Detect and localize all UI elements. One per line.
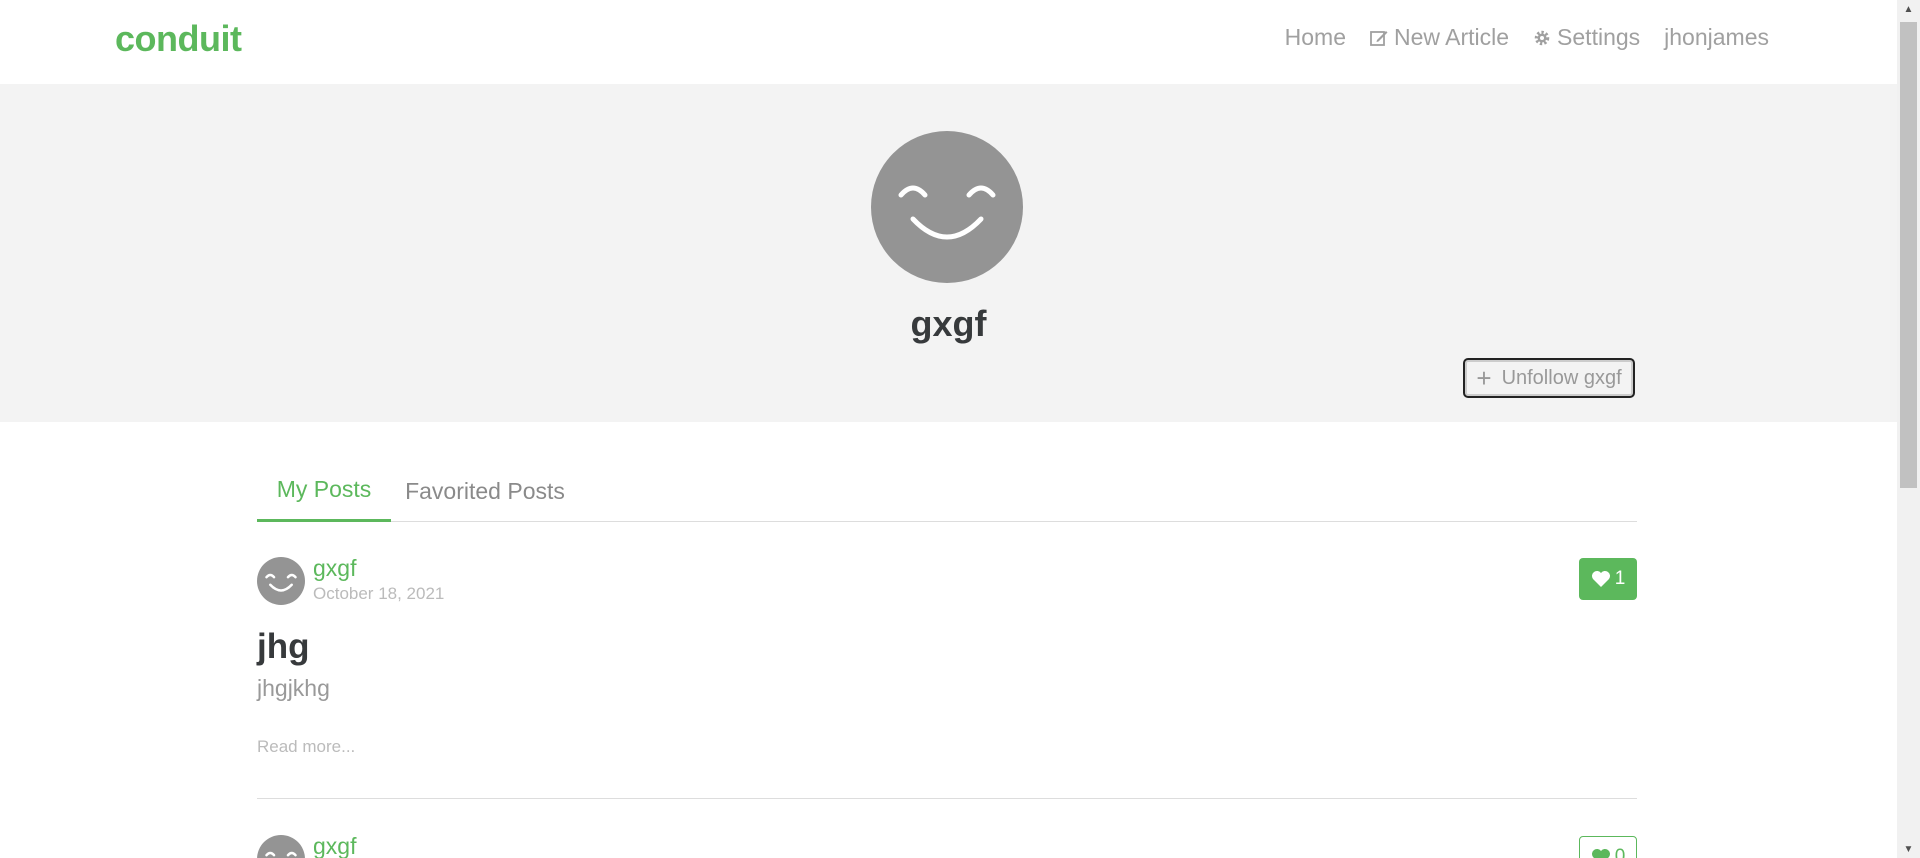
- favorite-count: 1: [1614, 568, 1626, 589]
- scroll-up-arrow-icon[interactable]: ▲: [1897, 0, 1920, 18]
- article-preview: gxgf 0: [257, 800, 1637, 858]
- nav-user-label: jhonjames: [1664, 24, 1769, 50]
- plus-icon: +: [1476, 363, 1492, 393]
- nav-settings-label: Settings: [1557, 24, 1641, 50]
- smiley-avatar-icon: [265, 573, 297, 592]
- favorite-count: 0: [1614, 846, 1626, 858]
- author-avatar[interactable]: [257, 557, 305, 605]
- tab-my-posts[interactable]: My Posts: [257, 460, 391, 522]
- author-avatar[interactable]: [257, 835, 305, 858]
- nav-new-article-label: New Article: [1394, 24, 1510, 50]
- vertical-scrollbar[interactable]: ▲ ▼: [1897, 0, 1920, 858]
- author-link[interactable]: gxgf: [313, 833, 356, 858]
- unfollow-label: Unfollow gxgf: [1501, 366, 1622, 389]
- profile-username: gxgf: [910, 303, 987, 344]
- edit-icon: [1370, 30, 1388, 46]
- nav-user-profile[interactable]: jhonjames: [1664, 24, 1769, 51]
- article-title[interactable]: jhg: [257, 627, 309, 667]
- nav-home-label: Home: [1284, 24, 1346, 50]
- article-date: October 18, 2021: [313, 584, 445, 603]
- article-description[interactable]: jhgjkhg: [257, 675, 330, 702]
- tab-favorited-posts[interactable]: Favorited Posts: [391, 460, 579, 522]
- nav-home[interactable]: Home: [1285, 24, 1346, 51]
- favorite-button[interactable]: 0: [1579, 836, 1637, 858]
- nav-new-article[interactable]: New Article: [1370, 24, 1509, 51]
- article-preview: gxgf October 18, 2021 1 jhg jhgjkhg Read…: [257, 522, 1637, 799]
- smiley-avatar-icon: [265, 851, 297, 857]
- gear-icon: [1534, 30, 1550, 45]
- profile-avatar: [871, 131, 1023, 283]
- scrollbar-thumb[interactable]: [1900, 22, 1917, 488]
- favorite-button[interactable]: 1: [1579, 558, 1637, 600]
- read-more-link[interactable]: Read more...: [257, 737, 355, 757]
- heart-icon: [1591, 571, 1610, 587]
- nav-links: Home New Article Settings jhonjames: [1261, 24, 1769, 51]
- heart-icon: [1591, 849, 1610, 858]
- profile-banner: gxgf + Unfollow gxgf: [0, 84, 1897, 422]
- top-navbar: conduit Home New Article Settings jhonja…: [0, 0, 1897, 84]
- unfollow-button[interactable]: + Unfollow gxgf: [1463, 358, 1635, 398]
- scroll-down-arrow-icon[interactable]: ▼: [1897, 840, 1920, 858]
- smiley-avatar-icon: [898, 185, 996, 240]
- brand-logo[interactable]: conduit: [115, 18, 242, 60]
- nav-settings[interactable]: Settings: [1533, 24, 1640, 51]
- feed-tabs: My Posts Favorited Posts: [257, 460, 1637, 522]
- author-link[interactable]: gxgf: [313, 555, 356, 582]
